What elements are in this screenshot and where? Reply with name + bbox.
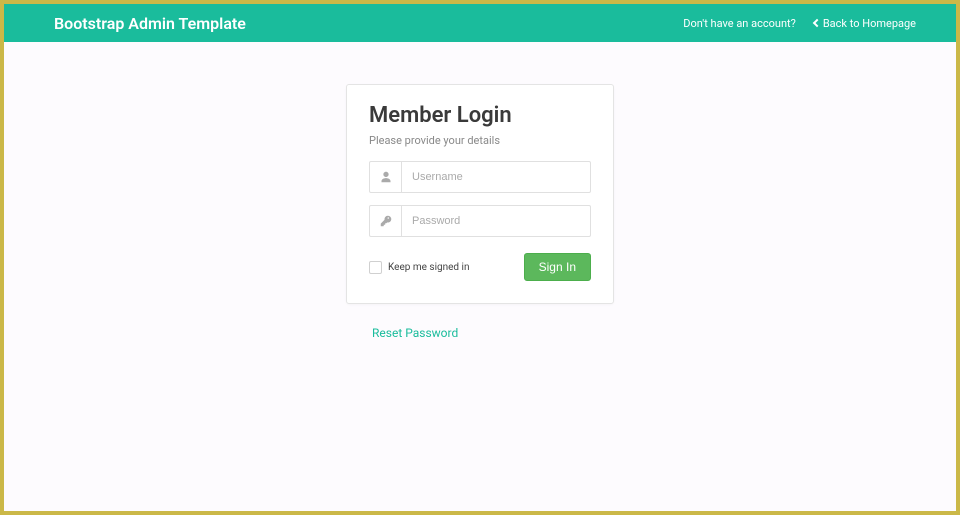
login-card: Member Login Please provide your details… [346,84,614,304]
keep-signed-in-wrap[interactable]: Keep me signed in [369,261,470,274]
username-input[interactable] [402,162,590,192]
form-footer: Keep me signed in Sign In [369,253,591,281]
username-group [369,161,591,193]
signin-button[interactable]: Sign In [524,253,591,281]
header-links: Don't have an account? Back to Homepage [683,17,916,30]
key-icon [370,206,402,236]
login-column: Member Login Please provide your details… [346,84,614,340]
back-home-text: Back to Homepage [823,17,916,30]
brand-title: Bootstrap Admin Template [54,14,246,33]
top-header: Bootstrap Admin Template Don't have an a… [4,4,956,42]
back-home-link[interactable]: Back to Homepage [814,17,916,30]
password-input[interactable] [402,206,590,236]
password-group [369,205,591,237]
login-subtitle: Please provide your details [369,134,591,147]
chevron-left-icon [813,19,821,27]
reset-wrap: Reset Password [346,326,614,340]
signup-link-text: Don't have an account? [683,17,796,30]
reset-password-link[interactable]: Reset Password [372,326,614,340]
main-content: Member Login Please provide your details… [4,42,956,340]
user-icon [370,162,402,192]
keep-signed-in-checkbox[interactable] [369,261,382,274]
login-title: Member Login [369,103,591,128]
signup-link[interactable]: Don't have an account? [683,17,796,30]
keep-signed-in-label: Keep me signed in [388,262,470,273]
